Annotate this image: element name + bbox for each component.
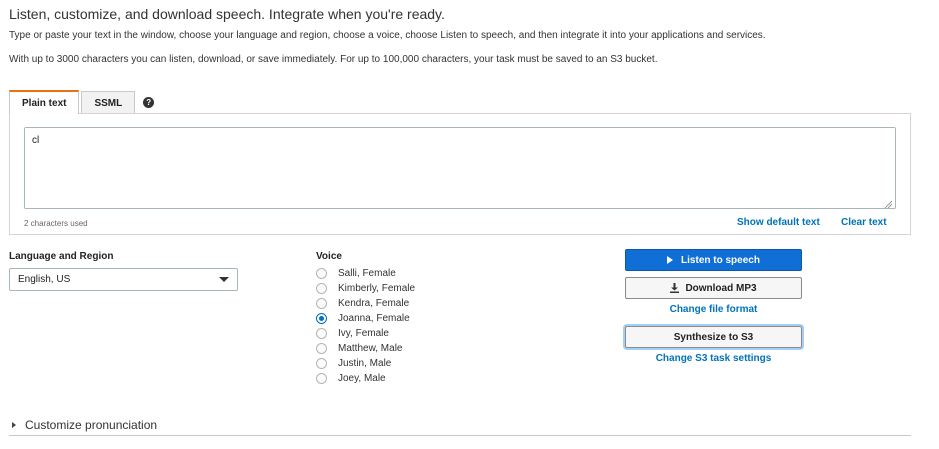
voice-option-kendra[interactable]: Kendra, Female <box>316 296 415 311</box>
chevron-down-icon <box>219 277 229 282</box>
radio-button[interactable] <box>316 283 327 294</box>
input-tabs: Plain text SSML ? <box>9 90 155 114</box>
voice-radio-group: Salli, Female Kimberly, Female Kendra, F… <box>316 266 415 386</box>
tab-plain-text[interactable]: Plain text <box>9 90 80 114</box>
voice-option-label: Joey, Male <box>338 373 386 384</box>
change-file-format-link[interactable]: Change file format <box>625 304 802 315</box>
voice-option-matthew[interactable]: Matthew, Male <box>316 341 415 356</box>
s3-button-label: Synthesize to S3 <box>673 331 754 343</box>
synthesize-to-s3-button[interactable]: Synthesize to S3 <box>625 326 802 348</box>
radio-button[interactable] <box>316 373 327 384</box>
voice-option-label: Kendra, Female <box>338 298 410 309</box>
voice-option-justin[interactable]: Justin, Male <box>316 356 415 371</box>
section-divider <box>9 435 911 436</box>
download-button-label: Download MP3 <box>685 282 757 294</box>
voice-option-joanna[interactable]: Joanna, Female <box>316 311 415 326</box>
radio-button[interactable] <box>316 328 327 339</box>
character-count: 2 characters used <box>24 219 88 228</box>
radio-button[interactable] <box>316 298 327 309</box>
caret-right-icon <box>12 422 16 428</box>
speech-text-input[interactable]: cl <box>24 127 896 209</box>
customize-pronunciation-toggle[interactable]: Customize pronunciation <box>12 418 157 432</box>
radio-button[interactable] <box>316 358 327 369</box>
listen-button-label: Listen to speech <box>681 254 760 266</box>
voice-label: Voice <box>316 251 342 262</box>
intro-description: Type or paste your text in the window, c… <box>9 30 766 41</box>
voice-option-kimberly[interactable]: Kimberly, Female <box>316 281 415 296</box>
voice-option-label: Matthew, Male <box>338 343 403 354</box>
clear-text-link[interactable]: Clear text <box>841 217 887 228</box>
voice-option-label: Kimberly, Female <box>338 283 416 294</box>
voice-option-label: Salli, Female <box>338 268 396 279</box>
language-region-select[interactable]: English, US <box>9 268 238 291</box>
page-title: Listen, customize, and download speech. … <box>9 6 445 22</box>
show-default-text-link[interactable]: Show default text <box>737 217 820 228</box>
language-region-value: English, US <box>18 274 71 285</box>
voice-option-label: Ivy, Female <box>338 328 389 339</box>
question-circle-icon[interactable]: ? <box>143 97 155 108</box>
customize-pronunciation-label: Customize pronunciation <box>25 418 158 432</box>
tab-ssml[interactable]: SSML <box>81 91 136 114</box>
resize-grip-icon[interactable] <box>884 200 892 208</box>
voice-option-label: Joanna, Female <box>338 313 410 324</box>
radio-button-selected[interactable] <box>316 313 327 324</box>
voice-option-ivy[interactable]: Ivy, Female <box>316 326 415 341</box>
play-icon <box>667 256 674 264</box>
radio-button[interactable] <box>316 268 327 279</box>
radio-button[interactable] <box>316 343 327 354</box>
language-region-label: Language and Region <box>9 251 114 262</box>
voice-option-label: Justin, Male <box>338 358 392 369</box>
listen-to-speech-button[interactable]: Listen to speech <box>625 249 802 271</box>
voice-option-salli[interactable]: Salli, Female <box>316 266 415 281</box>
voice-option-joey[interactable]: Joey, Male <box>316 371 415 386</box>
download-icon <box>670 283 680 293</box>
download-mp3-button[interactable]: Download MP3 <box>625 277 802 299</box>
limits-description: With up to 3000 characters you can liste… <box>9 54 658 65</box>
text-input-panel: cl 2 characters used Show default text C… <box>9 113 911 235</box>
change-s3-task-settings-link[interactable]: Change S3 task settings <box>625 353 802 364</box>
